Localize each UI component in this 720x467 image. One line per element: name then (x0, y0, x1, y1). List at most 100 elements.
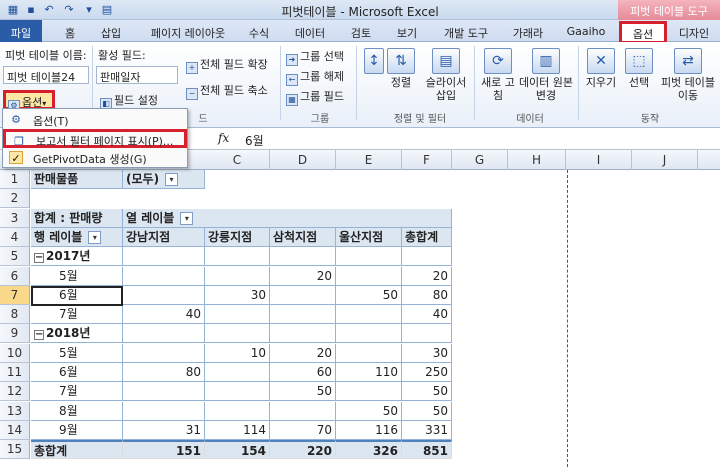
table-cell[interactable] (270, 402, 336, 421)
change-source-button[interactable]: ▥ 데이터 원본 변경 (518, 48, 574, 102)
tab-formulas[interactable]: 수식 (244, 23, 274, 42)
pivot-name-input[interactable]: 피벗 테이블24 (3, 66, 89, 84)
table-cell[interactable] (336, 305, 402, 324)
table-cell[interactable] (205, 363, 270, 382)
row-header[interactable]: 3 (0, 209, 30, 228)
table-cell[interactable]: 70 (270, 421, 336, 440)
menu-item-options[interactable]: ⚙ 옵션(T) (3, 110, 187, 129)
year-2018-cell[interactable]: −2018년 (31, 324, 123, 343)
tab-file[interactable]: 파일 (0, 20, 42, 42)
column-header-e[interactable]: E (336, 150, 402, 170)
table-cell[interactable] (205, 305, 270, 324)
table-cell[interactable] (205, 324, 270, 343)
tab-developer[interactable]: 개발 도구 (436, 23, 496, 42)
row-labels-cell[interactable]: 행 레이블 ▾ (31, 228, 123, 247)
clear-button[interactable]: ✕ 지우기 (582, 48, 620, 89)
table-cell[interactable] (123, 402, 205, 421)
row-header[interactable]: 6 (0, 267, 30, 286)
tab-insert[interactable]: 삽입 (96, 23, 126, 42)
table-cell[interactable] (270, 286, 336, 305)
row-header[interactable]: 1 (0, 170, 30, 189)
table-cell[interactable]: 80 (402, 286, 452, 305)
table-cell[interactable] (205, 402, 270, 421)
filter-value-cell[interactable]: (모두) ▾ (123, 170, 205, 189)
row-header-selected[interactable]: 7 (0, 286, 30, 305)
table-cell[interactable] (336, 382, 402, 401)
month-label[interactable]: 7월 (31, 305, 123, 324)
tab-home[interactable]: 홈 (58, 23, 82, 42)
grand-total-label[interactable]: 총합계 (31, 440, 123, 459)
menu-item-getpivotdata[interactable]: ✓ GetPivotData 생성(G) (3, 148, 187, 167)
table-cell[interactable] (270, 247, 336, 266)
slicer-button[interactable]: ▤ 슬라이서 삽입 (422, 48, 470, 102)
tab-review[interactable]: 검토 (344, 23, 378, 42)
grand-total-cell[interactable]: 151 (123, 440, 205, 459)
tab-gaaiho[interactable]: Gaaiho (564, 23, 608, 42)
table-cell[interactable]: 30 (205, 286, 270, 305)
table-cell[interactable]: 30 (402, 344, 452, 363)
row-header[interactable]: 13 (0, 402, 30, 421)
column-header-g[interactable]: G (452, 150, 508, 170)
menu-item-show-report-filter-pages[interactable]: ❐ 보고서 필터 페이지 표시(P)... (3, 129, 187, 148)
table-cell[interactable] (123, 382, 205, 401)
month-label[interactable]: 5월 (31, 344, 123, 363)
sort-az-button[interactable]: ↕ (362, 48, 386, 76)
table-cell[interactable]: 40 (402, 305, 452, 324)
table-cell[interactable] (205, 267, 270, 286)
row-header[interactable]: 9 (0, 324, 30, 343)
table-cell[interactable] (205, 247, 270, 266)
table-cell[interactable]: 40 (123, 305, 205, 324)
column-header-f[interactable]: F (402, 150, 452, 170)
table-cell[interactable]: 20 (270, 267, 336, 286)
table-cell[interactable]: 31 (123, 421, 205, 440)
month-label[interactable]: 8월 (31, 402, 123, 421)
row-header[interactable]: 8 (0, 305, 30, 324)
active-field-input[interactable]: 판매일자 (96, 66, 178, 84)
row-header[interactable]: 5 (0, 247, 30, 266)
collapse-all-button[interactable]: − 전체 필드 축소 (186, 82, 268, 100)
table-cell[interactable] (123, 324, 205, 343)
grand-total-cell[interactable]: 220 (270, 440, 336, 459)
month-label[interactable]: 9월 (31, 421, 123, 440)
table-cell[interactable]: 116 (336, 421, 402, 440)
month-label[interactable]: 7월 (31, 382, 123, 401)
row-header[interactable]: 10 (0, 344, 30, 363)
row-header[interactable]: 12 (0, 382, 30, 401)
tab-options[interactable]: 옵션 (619, 21, 667, 44)
table-cell[interactable] (123, 286, 205, 305)
column-header-d[interactable]: D (270, 150, 336, 170)
collapse-icon[interactable]: − (34, 253, 44, 263)
column-labels-dropdown-icon[interactable]: ▾ (180, 212, 194, 225)
filter-dropdown-icon[interactable]: ▾ (165, 173, 179, 186)
table-cell[interactable]: 20 (270, 344, 336, 363)
table-cell[interactable] (270, 324, 336, 343)
year-2017-cell[interactable]: −2017년 (31, 247, 123, 266)
table-cell[interactable]: 331 (402, 421, 452, 440)
tab-design[interactable]: 디자인 (672, 23, 716, 42)
fx-icon[interactable]: fx (218, 131, 229, 145)
column-header-h[interactable]: H (508, 150, 566, 170)
row-header[interactable]: 14 (0, 421, 30, 440)
table-cell[interactable] (336, 344, 402, 363)
tab-data[interactable]: 데이터 (290, 23, 330, 42)
table-cell[interactable] (402, 247, 452, 266)
row-header[interactable]: 2 (0, 189, 30, 208)
month-label[interactable]: 6월 (31, 363, 123, 382)
table-cell[interactable]: 10 (205, 344, 270, 363)
table-cell[interactable] (336, 267, 402, 286)
table-cell[interactable]: 60 (270, 363, 336, 382)
row-header[interactable]: 4 (0, 228, 30, 247)
row-header[interactable]: 15 (0, 440, 30, 459)
group-field-button[interactable]: ▦ 그룹 필드 (286, 88, 344, 106)
table-cell[interactable] (336, 247, 402, 266)
grand-total-cell[interactable]: 326 (336, 440, 402, 459)
row-labels-dropdown-icon[interactable]: ▾ (88, 231, 102, 244)
row-header[interactable]: 11 (0, 363, 30, 382)
table-cell[interactable]: 50 (270, 382, 336, 401)
group-selection-button[interactable]: ➜ 그룹 선택 (286, 48, 344, 66)
table-cell[interactable]: 110 (336, 363, 402, 382)
table-cell[interactable] (123, 247, 205, 266)
refresh-button[interactable]: ⟳ 새로 고침 (478, 48, 518, 102)
column-labels-cell[interactable]: 열 레이블 ▾ (123, 209, 452, 228)
table-cell[interactable]: 20 (402, 267, 452, 286)
